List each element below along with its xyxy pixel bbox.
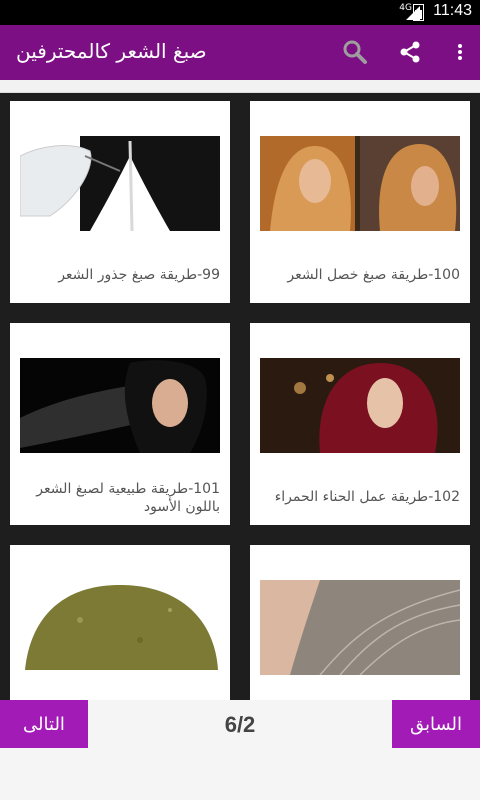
next-button[interactable]: التالى bbox=[0, 700, 88, 748]
search-icon[interactable] bbox=[340, 37, 370, 67]
share-icon[interactable] bbox=[395, 37, 425, 67]
clock: 11:43 bbox=[433, 2, 472, 19]
app-title: صبغ الشعر كالمحترفين bbox=[16, 39, 207, 63]
article-title: 100-طريقة صبغ خصل الشعر bbox=[287, 267, 460, 283]
status-bar: 4G 11:43 bbox=[0, 0, 480, 25]
hair-roots-dye-photo bbox=[20, 136, 220, 231]
article-card[interactable]: 99-طريقة صبغ جذور الشعر bbox=[10, 101, 230, 303]
henna-powder-photo bbox=[20, 580, 220, 675]
more-vert-icon[interactable] bbox=[445, 37, 475, 67]
article-card[interactable] bbox=[10, 545, 230, 700]
article-title: 102-طريقة عمل الحناء الحمراء bbox=[274, 489, 460, 505]
article-card[interactable]: 101-طريقة طبيعية لصبغ الشعر باللون الأسو… bbox=[10, 323, 230, 525]
grey-hair-closeup-photo bbox=[260, 580, 460, 675]
previous-button[interactable]: السابق bbox=[392, 700, 480, 748]
page-indicator: 6/2 bbox=[224, 712, 256, 737]
article-grid: 100-طريقة صبغ خصل الشعر 99-طريقة صبغ جذو… bbox=[0, 92, 480, 700]
pagination-bar: التالى 6/2 السابق bbox=[0, 700, 480, 800]
article-card[interactable]: 102-طريقة عمل الحناء الحمراء bbox=[250, 323, 470, 525]
article-card[interactable] bbox=[250, 545, 470, 700]
article-title: 99-طريقة صبغ جذور الشعر bbox=[58, 267, 220, 283]
red-hair-woman-photo bbox=[260, 358, 460, 453]
blonde-highlights-photo bbox=[260, 136, 460, 231]
article-card[interactable]: 100-طريقة صبغ خصل الشعر bbox=[250, 101, 470, 303]
article-title: 101-طريقة طبيعية لصبغ الشعر باللون الأسو… bbox=[36, 481, 220, 515]
battery-icon bbox=[413, 4, 424, 21]
app-bar: صبغ الشعر كالمحترفين bbox=[0, 25, 480, 80]
black-hair-woman-photo bbox=[20, 358, 220, 453]
